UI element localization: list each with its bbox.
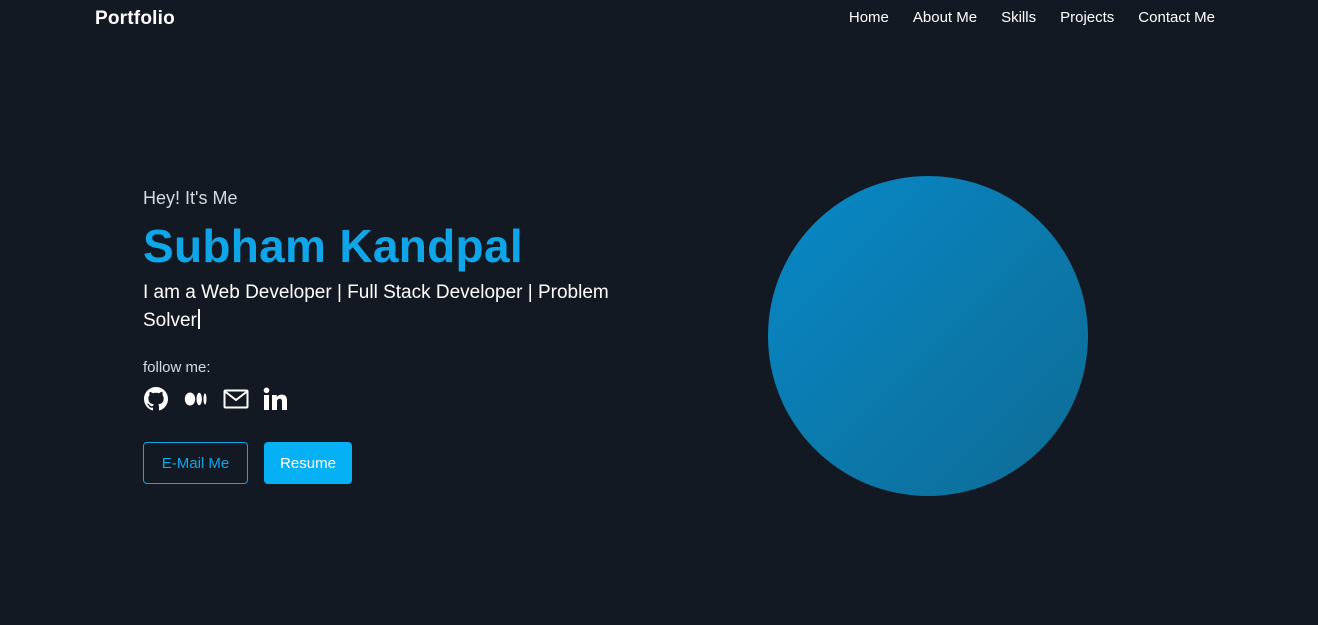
github-icon[interactable] <box>143 386 169 412</box>
profile-avatar <box>768 176 1088 496</box>
nav-link-about[interactable]: About Me <box>913 9 977 26</box>
brand-logo[interactable]: Portfolio <box>95 8 175 30</box>
mail-icon[interactable] <box>223 386 249 412</box>
hero-tagline: I am a Web Developer | Full Stack Develo… <box>143 279 643 335</box>
nav-link-projects[interactable]: Projects <box>1060 9 1114 26</box>
tagline-text: I am a Web Developer | Full Stack Develo… <box>143 282 609 331</box>
nav-link-home[interactable]: Home <box>849 9 889 26</box>
hero-name: Subham Kandpal <box>143 220 523 272</box>
navbar: Portfolio Home About Me Skills Projects … <box>0 0 1318 38</box>
nav-link-contact[interactable]: Contact Me <box>1138 9 1215 26</box>
nav-link-skills[interactable]: Skills <box>1001 9 1036 26</box>
resume-button[interactable]: Resume <box>264 442 352 484</box>
hero-buttons: E-Mail Me Resume <box>143 442 663 484</box>
nav-links: Home About Me Skills Projects Contact Me <box>849 9 1215 26</box>
social-links <box>143 386 663 412</box>
typing-cursor <box>197 309 200 329</box>
follow-label: follow me: <box>143 359 211 376</box>
medium-icon[interactable] <box>183 386 209 412</box>
hero-greeting: Hey! It's Me <box>143 188 238 208</box>
linkedin-icon[interactable] <box>263 386 289 412</box>
email-me-button[interactable]: E-Mail Me <box>143 442 248 484</box>
hero-section: Hey! It's Me Subham Kandpal I am a Web D… <box>143 188 663 484</box>
